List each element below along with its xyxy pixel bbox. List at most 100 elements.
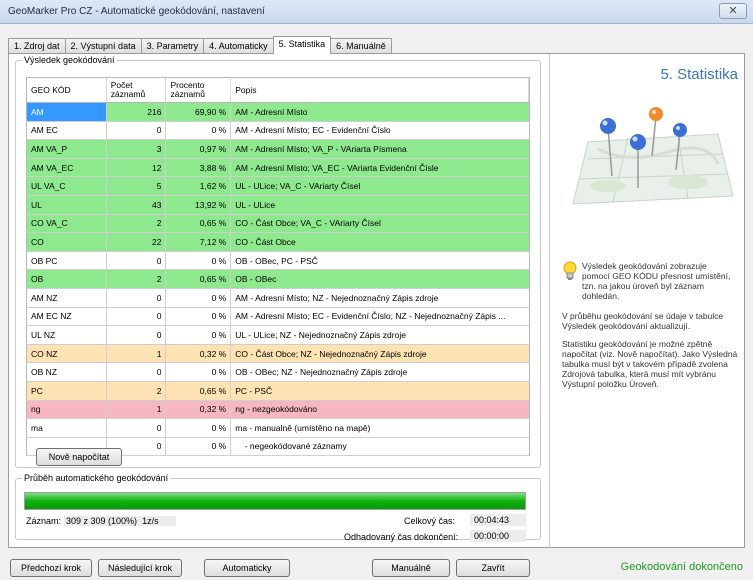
step-heading: 5. Statistika <box>660 66 738 83</box>
table-row[interactable]: CO 22 7,12 % CO - Část Obce <box>26 233 530 252</box>
manual-button[interactable]: Manuálně <box>372 559 450 577</box>
progress-group: Průběh automatického geokódování Záznam:… <box>15 473 541 542</box>
cell-procento: 69,90 % <box>166 103 232 121</box>
tip-text: Výsledek geokódování zobrazuje pomocí GE… <box>582 261 731 301</box>
automatic-button[interactable]: Automaticky <box>204 559 290 577</box>
cell-popis: OB - OBec, PC - PSČ <box>235 255 318 266</box>
cell-procento: 7,12 % <box>166 233 232 251</box>
tab-zdroj-dat[interactable]: 1. Zdroj dat <box>8 38 66 54</box>
table-row[interactable]: OB NZ 0 0 % OB - OBec; NZ - Nejednoznačný Z… <box>26 363 530 382</box>
cell-popis: AM - Adresní Místo; EC - Evidenční Číslo… <box>235 311 506 322</box>
table-row[interactable]: CO VA_C 2 0,65 % CO - Část Obce; VA_C - VAr… <box>26 214 530 234</box>
cell-popis: AM - Adresní Místo; NZ - Nejednoznačný Z… <box>235 292 439 303</box>
cell-popis: OB - OBec; NZ - Nejednoznačný Zápis zdro… <box>235 367 408 378</box>
cell-procento: 13,92 % <box>166 195 232 214</box>
cell-pocet: 0 <box>107 326 167 344</box>
cell-geo-kod: UL VA_C <box>27 177 107 195</box>
tab-statistika[interactable]: 5. Statistika <box>272 36 332 54</box>
cell-popis: AM - Adresní Místo; VA_EC - VAriarta Evi… <box>235 162 439 173</box>
eta-label: Odhadovaný čas dokončení: <box>344 532 459 542</box>
cell-popis: AM - Adresní Místo; VA_P - VAriarta Písm… <box>235 143 407 154</box>
close-icon: ✕ <box>728 5 738 17</box>
cell-pocet: 1 <box>107 400 167 419</box>
cell-procento: 0,65 % <box>166 381 232 400</box>
tab-vystupni-data[interactable]: 2. Výstupní data <box>64 38 142 54</box>
table-row[interactable]: AM VA_P 3 0,97 % AM - Adresní Místo; VA_P -… <box>26 140 530 159</box>
table-row[interactable]: AM VA_EC 12 3,88 % AM - Adresní Místo; VA_E… <box>26 158 530 178</box>
cell-procento: 0 % <box>166 121 232 140</box>
cell-pocet: 2 <box>107 270 167 288</box>
cell-pocet: 1 <box>107 344 167 363</box>
cell-procento: 0,32 % <box>166 400 232 419</box>
table-row[interactable]: AM EC NZ 0 0 % AM - Adresní Místo; EC - Evi… <box>26 307 530 327</box>
cell-pocet: 0 <box>107 307 167 326</box>
cell-procento: 0 % <box>166 251 232 270</box>
cell-geo-kod: AM VA_P <box>27 140 107 158</box>
tab-parametry[interactable]: 3. Parametry <box>140 38 205 54</box>
cell-procento: 0 % <box>166 419 232 437</box>
header-popis[interactable]: Popis <box>231 78 530 102</box>
lightbulb-icon <box>563 261 577 280</box>
table-row[interactable]: AM EC 0 0 % AM - Adresní Místo; EC - Eviden… <box>26 121 530 141</box>
cell-popis: UL - ULice; NZ - Nejednoznačný Zápis zdr… <box>235 329 406 340</box>
table-row[interactable]: UL VA_C 5 1,62 % UL - ULice; VA_C - VAriart… <box>26 177 530 196</box>
eta-value: 00:00:00 <box>470 530 526 542</box>
cell-popis: AM - Adresní Místo <box>235 106 308 117</box>
table-row[interactable]: ma 0 0 % ma - manualně (umístěno na mapě) <box>26 419 530 438</box>
cell-pocet: 0 <box>107 121 167 140</box>
cell-popis: OB - OBec <box>235 274 277 285</box>
statistics-panel: Výsledek geokódování GEO KÓD Počet zázna… <box>8 53 745 549</box>
cell-procento: 0,65 % <box>166 270 232 288</box>
cell-pocet: 0 <box>107 419 167 437</box>
recalculate-button[interactable]: Nově napočítat <box>36 448 122 466</box>
cell-geo-kod: AM <box>27 103 107 121</box>
cell-popis: AM - Adresní Místo; EC - Evidenční Číslo <box>235 125 391 136</box>
close-dialog-button[interactable]: Zavřít <box>456 559 530 577</box>
cell-procento: 0,32 % <box>166 344 232 363</box>
cell-popis: ng - nezgeokódováno <box>235 404 318 415</box>
next-step-button[interactable]: Následující krok <box>98 559 182 577</box>
table-row[interactable]: UL 43 13,92 % UL - ULice <box>26 195 530 215</box>
tab-automaticky[interactable]: 4. Automaticky <box>203 38 274 54</box>
table-row[interactable]: OB PC 0 0 % OB - OBec, PC - PSČ <box>26 251 530 271</box>
cell-geo-kod: AM VA_EC <box>27 158 107 177</box>
title-bar: GeoMarker Pro CZ - Automatické geokódová… <box>0 0 753 24</box>
cell-geo-kod: AM EC <box>27 121 107 140</box>
cell-pocet: 216 <box>107 103 167 121</box>
cell-procento: 0,65 % <box>166 214 232 233</box>
cell-geo-kod: ma <box>27 419 107 437</box>
header-geo-kod[interactable]: GEO KÓD <box>27 78 107 102</box>
cell-pocet: 2 <box>107 214 167 233</box>
window-title: GeoMarker Pro CZ - Automatické geokódová… <box>8 6 265 17</box>
table-row[interactable]: CO NZ 1 0,32 % CO - Část Obce; NZ - Nejedno… <box>26 344 530 364</box>
map-pins-illustration <box>572 107 734 205</box>
status-text: Geokodování dokončeno <box>620 561 743 573</box>
cell-pocet: 12 <box>107 158 167 177</box>
cell-pocet: 22 <box>107 233 167 251</box>
table-row[interactable]: AM 216 69,90 % AM - Adresní Místo <box>26 103 530 122</box>
cell-popis: ma - manualně (umístěno na mapě) <box>235 422 371 433</box>
help-paragraph-2: Statistiku geokódování je možné zpětně n… <box>562 339 738 389</box>
close-button[interactable]: ✕ <box>719 3 747 19</box>
main-window: 1. Zdroj dat 2. Výstupní data 3. Paramet… <box>0 24 753 580</box>
cell-procento: 0 % <box>166 307 232 326</box>
table-row[interactable]: OB 2 0,65 % OB - OBec <box>26 270 530 289</box>
table-row[interactable]: ng 1 0,32 % ng - nezgeokódováno <box>26 400 530 420</box>
tab-manualne[interactable]: 6. Manuálně <box>330 38 392 54</box>
cell-geo-kod: AM NZ <box>27 288 107 307</box>
results-table: GEO KÓD Počet záznamů Procento záznamů P… <box>26 77 530 457</box>
table-body: AM 216 69,90 % AM - Adresní Místo AM EC 0 0 % A… <box>26 103 530 457</box>
table-row[interactable]: UL NZ 0 0 % UL - ULice; NZ - Nejednoznačný … <box>26 326 530 345</box>
cell-geo-kod: CO <box>27 233 107 251</box>
previous-step-button[interactable]: Předchozí krok <box>10 559 92 577</box>
cell-procento: 0 % <box>166 437 232 456</box>
cell-procento: 0 % <box>166 363 232 381</box>
cell-popis: PC - PSČ <box>235 385 273 396</box>
header-pocet[interactable]: Počet záznamů <box>107 78 167 102</box>
cell-procento: 0 % <box>166 326 232 344</box>
header-procento[interactable]: Procento záznamů <box>166 78 232 102</box>
cell-geo-kod: PC <box>27 381 107 400</box>
cell-geo-kod: OB <box>27 270 107 288</box>
table-row[interactable]: PC 2 0,65 % PC - PSČ <box>26 381 530 401</box>
table-row[interactable]: AM NZ 0 0 % AM - Adresní Místo; NZ - Nejedn… <box>26 288 530 308</box>
